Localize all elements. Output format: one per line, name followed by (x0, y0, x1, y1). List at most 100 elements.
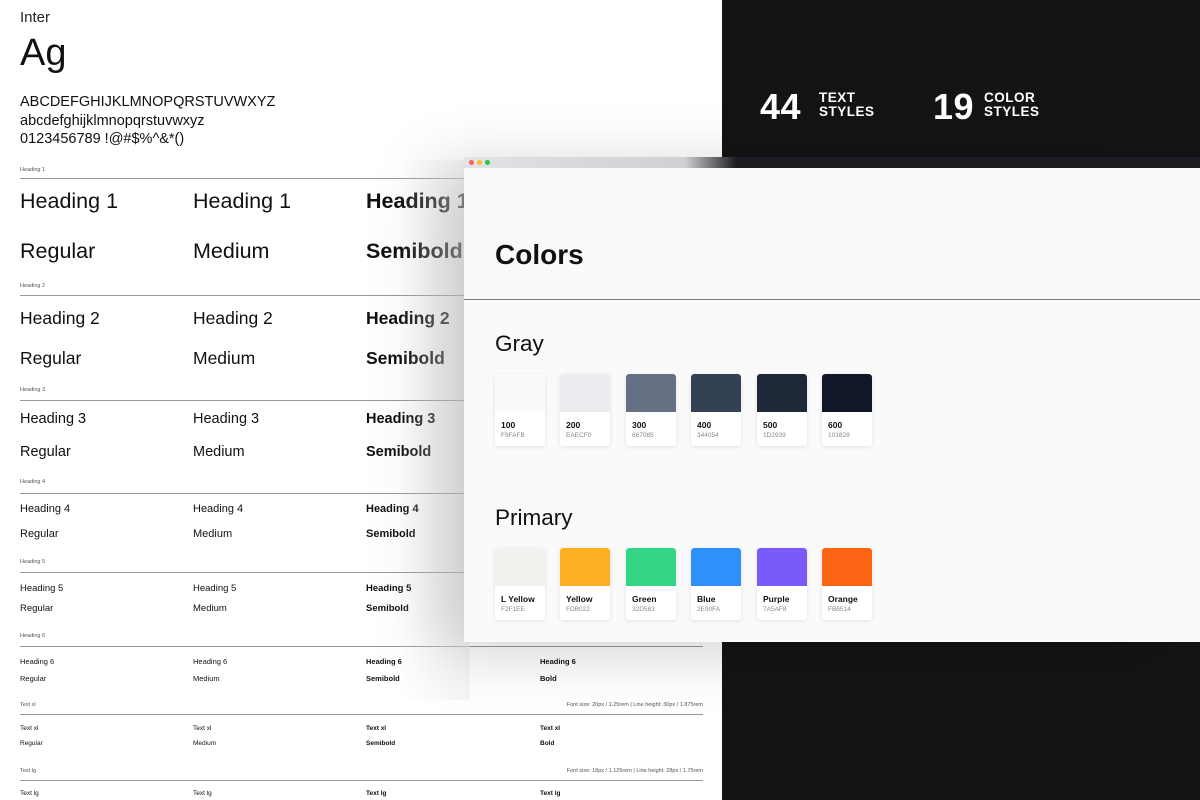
type-sample: Heading 4 (193, 503, 244, 516)
swatch-name: 100 (501, 420, 516, 430)
swatch-hex: 7A5AF8 (763, 606, 787, 613)
type-sample: Heading 3 (366, 411, 436, 428)
swatch-hex: FB6514 (828, 606, 851, 613)
type-sample: Heading 6 (540, 656, 576, 666)
swatch-color-chip (691, 374, 741, 412)
section-label: Text xl (20, 702, 36, 708)
type-sample: Text xl (366, 725, 387, 733)
swatch-color-chip (757, 548, 807, 586)
text-styles-label: TEXT STYLES (819, 91, 875, 119)
swatch-hex: 32D583 (632, 606, 655, 613)
weight-label: Regular (20, 444, 71, 461)
color-swatch-card[interactable]: 400 344054 (691, 374, 741, 446)
swatch-color-chip (822, 374, 872, 412)
swatch-color-chip (560, 548, 610, 586)
swatch-hex: FDB022 (566, 606, 590, 613)
stat-label-line: TEXT (819, 90, 856, 105)
weight-label: Semibold (366, 740, 396, 748)
color-swatch-card[interactable]: Yellow FDB022 (560, 548, 610, 620)
color-swatch-card[interactable]: Blue 2E90FA (691, 548, 741, 620)
color-swatch-card[interactable]: L Yellow F2F1EE (495, 548, 545, 620)
color-swatch-card[interactable]: Purple 7A5AF8 (757, 548, 807, 620)
type-sample: Text xl (540, 725, 561, 733)
swatch-name: Green (632, 594, 657, 604)
swatch-color-chip (560, 374, 610, 412)
color-swatch-card[interactable]: 100 F9FAFB (495, 374, 545, 446)
type-sample: Heading 6 (193, 656, 228, 666)
section-divider (20, 646, 703, 647)
color-swatch-card[interactable]: 500 1D2939 (757, 374, 807, 446)
stats-panel: 44 TEXT STYLES 19 COLOR STYLES (722, 0, 1200, 160)
swatch-name: Orange (828, 594, 858, 604)
swatch-color-chip (495, 374, 545, 412)
type-sample: Text xl (193, 725, 212, 733)
swatch-color-chip (495, 548, 545, 586)
type-sample: Heading 1 (193, 189, 292, 214)
swatch-name: 400 (697, 420, 712, 430)
text-styles-count: 44 (760, 86, 802, 127)
type-sample: Text lg (193, 790, 212, 798)
lowercase-line: abcdefghijklmnopqrstuvwxyz (20, 112, 205, 129)
color-swatch-card[interactable]: 300 667085 (626, 374, 676, 446)
stat-label-line: COLOR (984, 90, 1036, 105)
section-label: Heading 4 (20, 479, 46, 485)
swatch-name: Yellow (566, 594, 593, 604)
weight-label: Medium (193, 673, 220, 683)
section-meta: Font size: 18px / 1.125rem | Line height… (566, 768, 703, 774)
swatch-color-chip (626, 548, 676, 586)
color-swatch-card[interactable]: 200 EAECF0 (560, 374, 610, 446)
font-name: Inter (20, 9, 51, 26)
swatch-hex: 101828 (828, 432, 850, 439)
colors-window: Colors Gray 100 F9FAFB 200 EAECF0 300 667085 40… (464, 157, 1200, 642)
weight-label: Medium (193, 528, 233, 541)
swatch-hex: EAECF0 (566, 432, 592, 439)
type-sample: Heading 3 (193, 411, 260, 428)
swatch-color-chip (626, 374, 676, 412)
swatch-name: Purple (763, 594, 790, 604)
section-label: Heading 6 (20, 633, 46, 639)
weight-label: Semibold (366, 528, 416, 541)
weight-label: Medium (193, 740, 217, 748)
weight-label: Semibold (366, 347, 445, 368)
maximize-window-icon[interactable] (485, 160, 490, 165)
swatch-name: Blue (697, 594, 716, 604)
swatch-hex: F9FAFB (501, 432, 525, 439)
type-sample: Heading 3 (20, 411, 87, 428)
type-sample: Text lg (540, 790, 561, 798)
type-sample: Heading 5 (193, 583, 237, 595)
weight-label: Regular (20, 347, 82, 368)
swatch-name: 500 (763, 420, 778, 430)
type-sample: Text lg (366, 790, 387, 798)
section-label: Heading 2 (20, 283, 46, 289)
type-sample: Heading 5 (20, 583, 64, 595)
weight-label: Regular (20, 740, 43, 748)
swatch-hex: 1D2939 (763, 432, 786, 439)
swatch-color-chip (757, 374, 807, 412)
type-sample: Heading 2 (193, 307, 273, 328)
swatch-color-chip (691, 548, 741, 586)
weight-label: Medium (193, 444, 245, 461)
section-meta: Font size: 20px / 1.25rem | Line height:… (566, 702, 703, 708)
close-window-icon[interactable] (469, 160, 474, 165)
weight-label: Bold (540, 740, 555, 748)
weight-label: Bold (540, 673, 557, 683)
color-swatch-card[interactable]: 600 101828 (822, 374, 872, 446)
weight-label: Medium (193, 603, 227, 615)
type-sample: Heading 4 (366, 503, 419, 516)
minimize-window-icon[interactable] (477, 160, 482, 165)
type-sample: Heading 1 (20, 189, 119, 214)
color-group-title: Primary (495, 505, 573, 530)
font-specimen: Ag (20, 32, 67, 74)
swatch-name: L Yellow (501, 594, 535, 604)
section-label: Heading 5 (20, 559, 46, 565)
section-divider (20, 780, 703, 781)
weight-label: Semibold (366, 239, 463, 264)
swatch-hex: F2F1EE (501, 606, 525, 613)
title-divider (464, 299, 1200, 300)
color-styles-count: 19 (933, 86, 975, 127)
color-swatch-card[interactable]: Orange FB6514 (822, 548, 872, 620)
type-sample: Heading 5 (366, 583, 412, 595)
window-titlebar[interactable] (464, 157, 1200, 168)
type-sample: Heading 6 (20, 656, 55, 666)
color-swatch-card[interactable]: Green 32D583 (626, 548, 676, 620)
